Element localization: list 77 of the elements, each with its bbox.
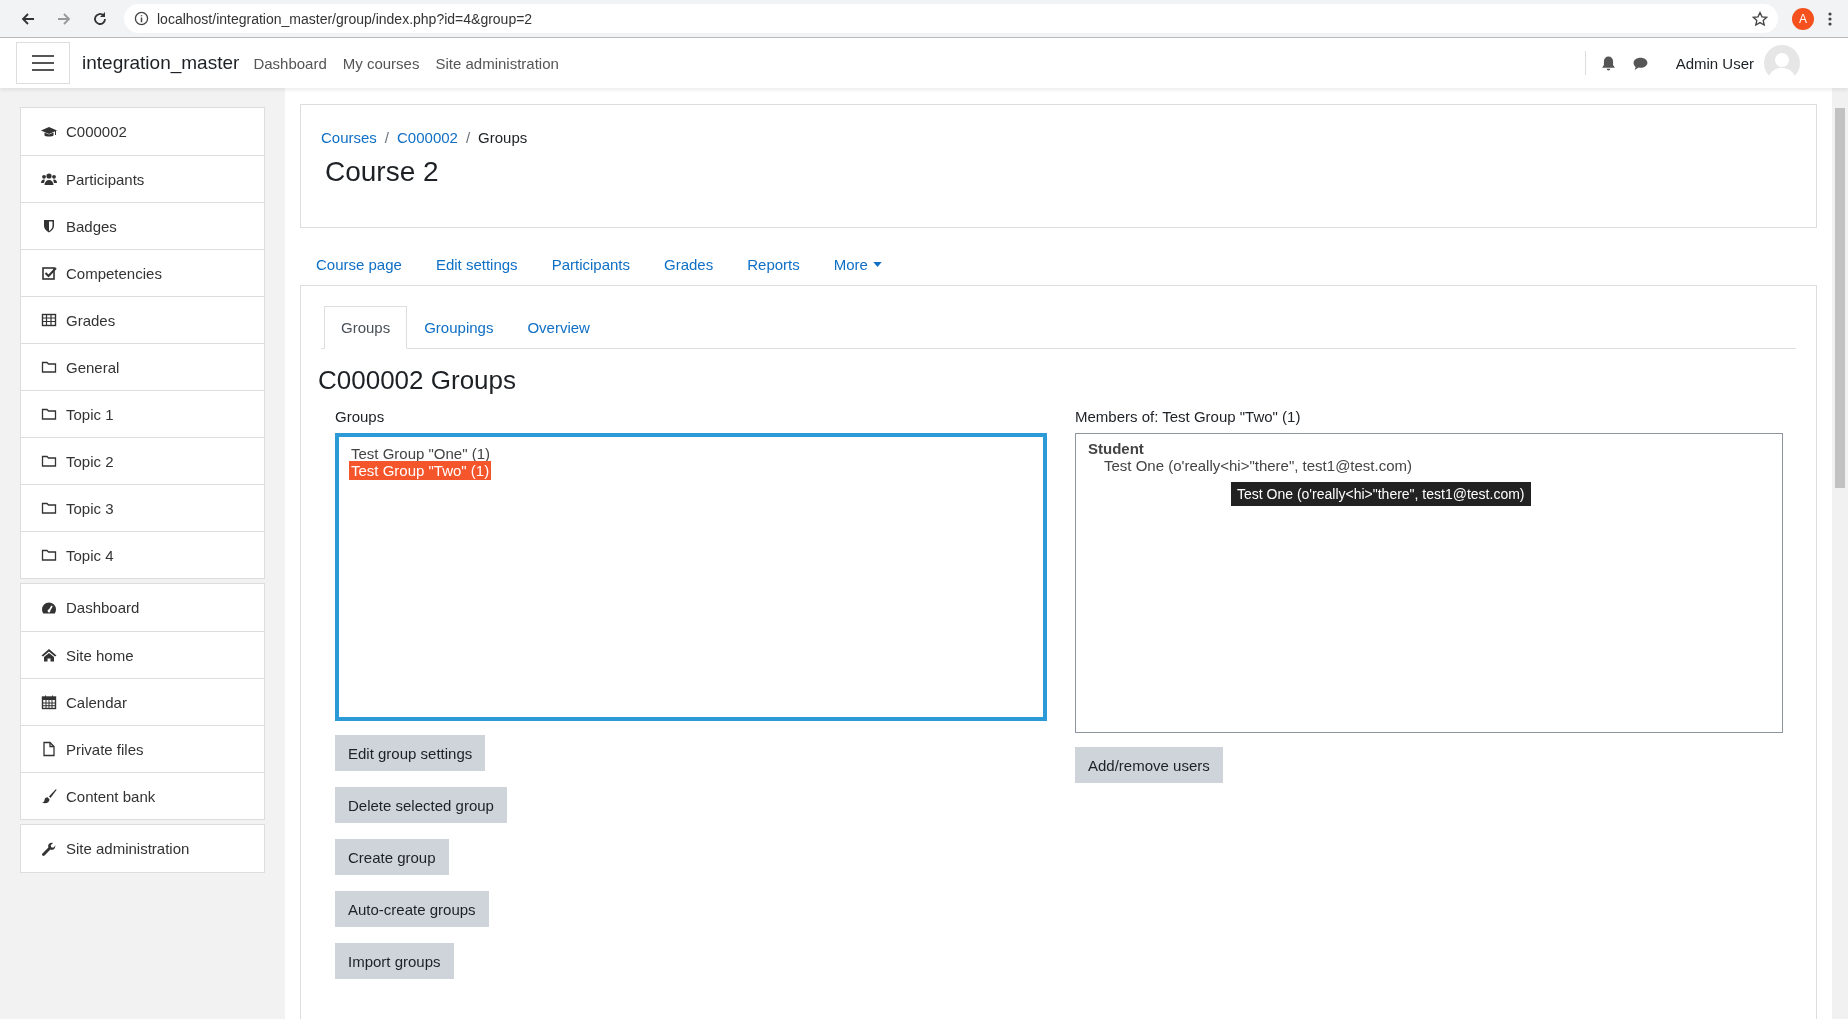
calendar-icon bbox=[41, 694, 57, 710]
user-name[interactable]: Admin User bbox=[1675, 54, 1754, 72]
breadcrumb-link[interactable]: Courses bbox=[321, 129, 377, 146]
role-heading: Student bbox=[1088, 440, 1144, 457]
course-nav-link[interactable]: More bbox=[833, 256, 882, 273]
course-nav-link[interactable]: Reports bbox=[747, 256, 800, 273]
sidebar-item[interactable]: Content bank bbox=[21, 772, 264, 819]
sidebar-item[interactable]: Participants bbox=[21, 155, 264, 202]
folder-icon bbox=[41, 406, 57, 422]
folder-icon bbox=[41, 547, 57, 563]
breadcrumb-link[interactable]: C000002 bbox=[397, 129, 458, 146]
tab[interactable]: Groups bbox=[324, 306, 408, 349]
tab[interactable]: Groupings bbox=[407, 306, 511, 349]
breadcrumb-separator: / bbox=[384, 129, 390, 146]
site-name[interactable]: integration_master bbox=[82, 52, 240, 74]
add-remove-users-button[interactable]: Add/remove users bbox=[1075, 747, 1223, 783]
course-nav-link[interactable]: Participants bbox=[551, 256, 630, 273]
breadcrumb-current: Groups bbox=[478, 129, 528, 146]
table-icon bbox=[41, 312, 57, 328]
sidebar-item[interactable]: Topic 1 bbox=[21, 390, 264, 437]
sidebar-item[interactable]: Calendar bbox=[21, 678, 264, 725]
course-nav-link[interactable]: Course page bbox=[316, 256, 402, 273]
folder-icon bbox=[41, 500, 57, 516]
wrench-icon bbox=[41, 840, 57, 857]
nav-link[interactable]: My courses bbox=[342, 54, 420, 72]
reload-icon[interactable] bbox=[92, 10, 108, 27]
action-button[interactable]: Delete selected group bbox=[335, 787, 507, 823]
sidebar-item[interactable]: General bbox=[21, 343, 264, 390]
action-button[interactable]: Auto-create groups bbox=[335, 891, 489, 927]
sidebar-item[interactable]: C000002 bbox=[21, 108, 264, 155]
sidebar-item[interactable]: Site administration bbox=[21, 825, 264, 872]
sidebar-item[interactable]: Dashboard bbox=[21, 584, 264, 631]
sidebar-item[interactable]: Topic 2 bbox=[21, 437, 264, 484]
course-nav-link[interactable]: Edit settings bbox=[435, 256, 518, 273]
tab[interactable]: Overview bbox=[510, 306, 607, 349]
check-icon bbox=[41, 265, 57, 281]
sidebar-item[interactable]: Site home bbox=[21, 631, 264, 678]
tooltip: Test One (o'really<hi>"there", test1@test.com) bbox=[1231, 482, 1531, 506]
users-icon bbox=[41, 171, 57, 187]
sidebar-item[interactable]: Topic 3 bbox=[21, 484, 264, 531]
sidebar-item[interactable]: Competencies bbox=[21, 249, 264, 296]
forward-icon[interactable] bbox=[56, 10, 72, 27]
back-icon[interactable] bbox=[20, 10, 36, 27]
group-option[interactable]: Test Group "One" (1) bbox=[349, 444, 493, 463]
file-icon bbox=[41, 741, 57, 757]
nav-link[interactable]: Dashboard bbox=[253, 54, 327, 72]
sidebar-item[interactable]: Grades bbox=[21, 296, 264, 343]
action-button[interactable]: Import groups bbox=[335, 943, 454, 979]
members-label: Members of: Test Group "Two" (1) bbox=[1075, 408, 1302, 425]
url-text: localhost/integration_master/group/index.php?id=4&group=2 bbox=[157, 10, 534, 27]
folder-icon bbox=[41, 453, 57, 469]
sidebar-item[interactable]: Badges bbox=[21, 202, 264, 249]
shield-icon bbox=[41, 218, 57, 234]
course-nav-link[interactable]: Grades bbox=[664, 256, 714, 273]
section-heading: C000002 Groups bbox=[318, 365, 518, 396]
groups-listbox[interactable]: Test Group "One" (1) Test Group "Two" (1) bbox=[335, 433, 1047, 721]
menu-icon[interactable] bbox=[1828, 10, 1832, 27]
sidebar-item[interactable]: Private files bbox=[21, 725, 264, 772]
action-button[interactable]: Edit group settings bbox=[335, 735, 486, 771]
brush-icon bbox=[41, 788, 57, 804]
member-option[interactable]: Test One (o'really<hi>"there", test1@test.com) bbox=[1088, 457, 1413, 474]
info-icon[interactable] bbox=[134, 11, 149, 26]
caret-icon bbox=[872, 262, 882, 267]
nav-link[interactable]: Site administration bbox=[435, 54, 559, 72]
menu-icon bbox=[32, 54, 54, 72]
page-title: Course 2 bbox=[325, 156, 440, 188]
star-icon[interactable] bbox=[1752, 10, 1768, 27]
action-button[interactable]: Create group bbox=[335, 839, 449, 875]
groups-label: Groups bbox=[335, 408, 386, 425]
menu-button[interactable] bbox=[16, 42, 70, 84]
sidebar-item[interactable]: Topic 4 bbox=[21, 531, 264, 578]
bell-icon[interactable] bbox=[1599, 54, 1617, 72]
folder-icon bbox=[41, 359, 57, 375]
scrollbar[interactable] bbox=[1832, 88, 1848, 1019]
address-bar[interactable]: localhost/integration_master/group/index.php?id=4&group=2 bbox=[124, 4, 1778, 33]
breadcrumb-separator: / bbox=[465, 129, 471, 146]
home-icon bbox=[41, 647, 57, 663]
